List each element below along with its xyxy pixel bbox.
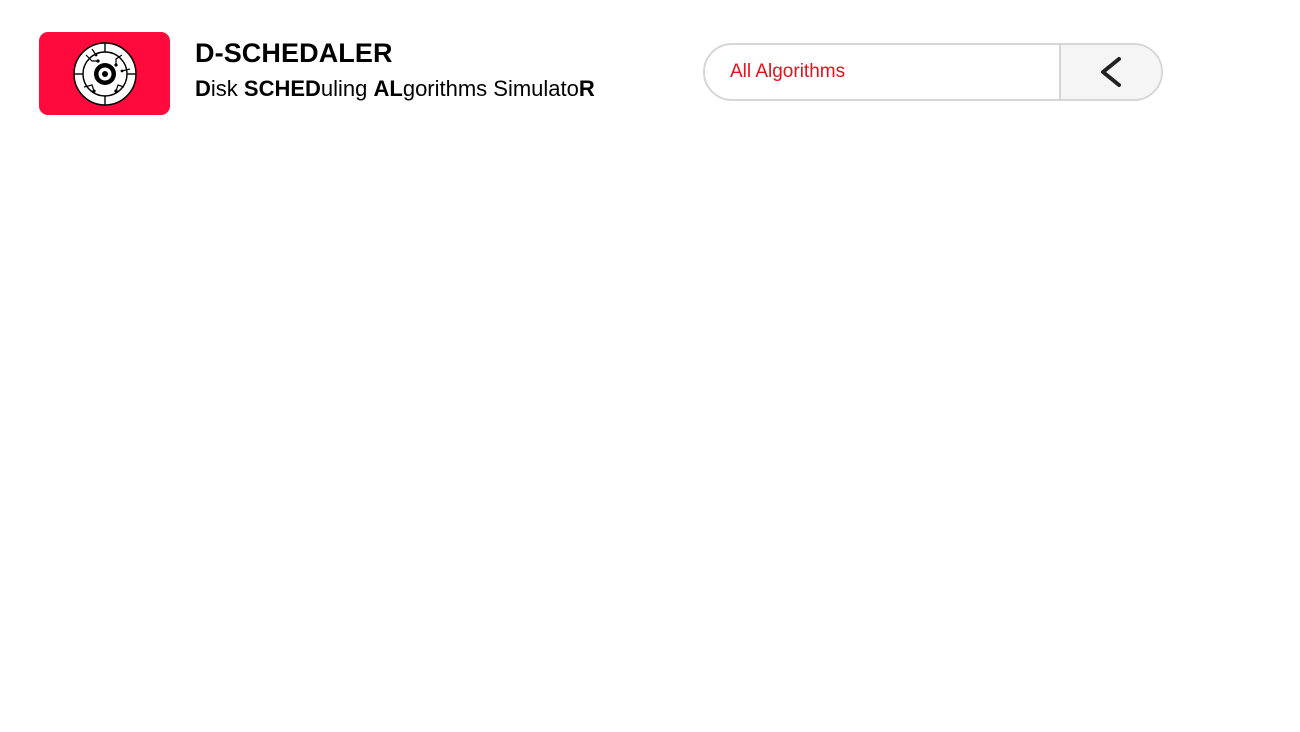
app-title: D-SCHEDALER <box>195 38 393 68</box>
app-page: D-SCHEDALER Disk SCHEDuling ALgorithms S… <box>0 0 1300 732</box>
chevron-left-icon <box>1101 57 1121 87</box>
subtitle-part: D <box>195 76 211 101</box>
subtitle-part: gorithms Simulato <box>402 76 579 101</box>
main-content <box>0 150 1300 732</box>
selector-toggle-button[interactable] <box>1059 45 1161 99</box>
subtitle-part: R <box>578 76 595 101</box>
algorithm-selector[interactable]: All Algorithms <box>703 43 1163 101</box>
subtitle-part: uling <box>320 76 374 101</box>
subtitle-part: AL <box>373 76 403 101</box>
app-subtitle: Disk SCHEDuling ALgorithms SimulatoR <box>195 74 665 104</box>
app-header: D-SCHEDALER Disk SCHEDuling ALgorithms S… <box>0 0 1300 150</box>
algorithm-select-value[interactable]: All Algorithms <box>705 45 1059 99</box>
app-logo <box>39 32 170 115</box>
disk-circuit-icon <box>72 41 137 106</box>
brand-block: D-SCHEDALER Disk SCHEDuling ALgorithms S… <box>195 36 665 104</box>
subtitle-part: isk <box>210 76 244 101</box>
subtitle-part: SCHED <box>243 76 321 101</box>
